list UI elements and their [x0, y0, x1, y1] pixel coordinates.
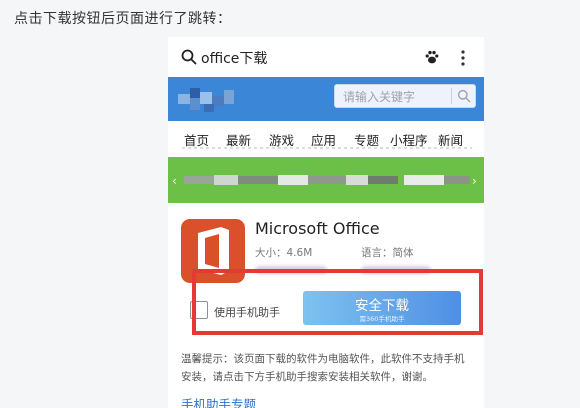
app-title: Microsoft Office	[255, 219, 380, 238]
download-button-sublabel: 需360手机助手	[359, 315, 405, 323]
search-divider	[451, 88, 452, 104]
site-header: 请输入关键字	[168, 77, 484, 121]
app-language: 语言：简体	[361, 247, 414, 259]
warm-tip: 温馨提示：该页面下载的软件为电脑软件，此软件不支持手机安装，请点击下方手机助手搜…	[181, 353, 465, 383]
caption-text: 点击下载按钮后页面进行了跳转：	[14, 11, 232, 27]
nav-divider	[182, 147, 472, 149]
banner-blurred-content	[184, 175, 470, 185]
site-search-box[interactable]: 请输入关键字	[334, 84, 476, 108]
download-button-label: 安全下载	[355, 298, 409, 314]
search-placeholder[interactable]: 请输入关键字	[343, 88, 415, 105]
search-query-text[interactable]: office下载	[201, 48, 267, 68]
search-icon[interactable]	[181, 49, 197, 65]
office-app-icon	[181, 219, 245, 283]
promo-banner[interactable]: ‹ ›	[168, 157, 484, 203]
blurred-meta	[361, 266, 431, 274]
search-icon[interactable]	[457, 89, 471, 103]
blurred-meta	[255, 266, 327, 274]
phone-screenshot: office下载 请输入关键字 首页 最新 游戏 应用 专题 小程序 新闻 ‹ …	[168, 37, 484, 408]
more-vertical-icon[interactable]	[460, 49, 466, 67]
safe-download-button[interactable]: 安全下载 需360手机助手	[303, 291, 461, 325]
use-assistant-label: 使用手机助手	[214, 306, 280, 319]
assistant-topics-link[interactable]: 手机助手专题	[181, 394, 256, 408]
app-size: 大小：4.6M	[255, 247, 313, 259]
top-search-bar: office下载	[168, 37, 484, 77]
use-assistant-checkbox[interactable]	[190, 301, 208, 319]
site-logo[interactable]	[176, 84, 246, 114]
chevron-right-icon[interactable]: ›	[472, 174, 477, 188]
paw-icon[interactable]	[424, 49, 440, 65]
